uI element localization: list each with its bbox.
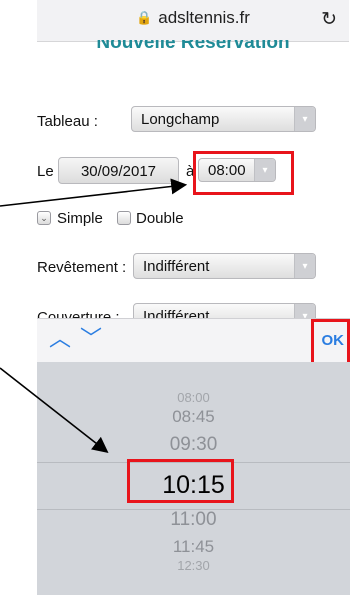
arrow-to-time-field (0, 178, 188, 207)
annotation-arrows (0, 178, 188, 453)
arrow-to-picker (0, 367, 109, 453)
